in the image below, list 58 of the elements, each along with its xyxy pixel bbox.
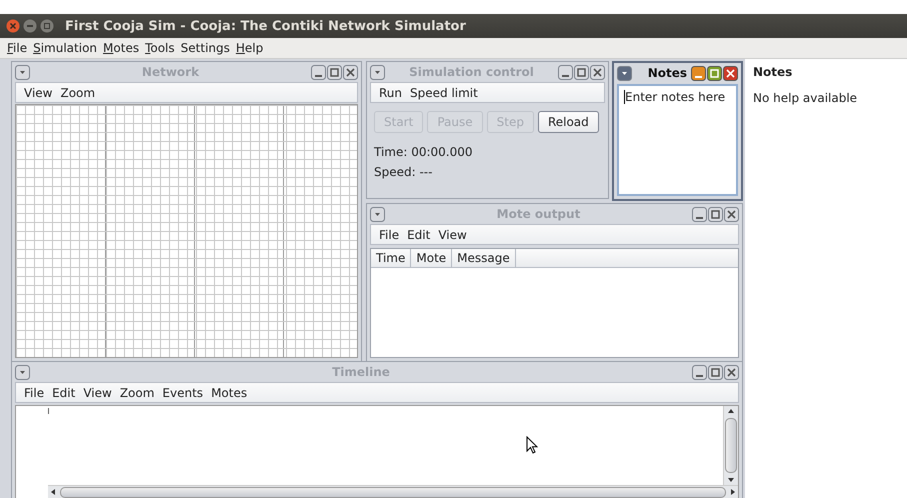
- window-title: Timeline: [331, 365, 391, 379]
- maximize-icon[interactable]: [327, 64, 342, 80]
- minimize-icon[interactable]: [691, 66, 706, 80]
- time-label: Time: 00:00.000: [374, 145, 474, 159]
- horizontal-scrollbar[interactable]: [48, 485, 738, 498]
- help-title: Notes: [753, 65, 794, 79]
- help-text: No help available: [753, 91, 858, 105]
- dropdown-icon[interactable]: [617, 66, 632, 80]
- maximize-icon[interactable]: [574, 64, 589, 80]
- speed-label: Speed: ---: [374, 165, 434, 179]
- control-button[interactable]: Reload: [538, 111, 599, 133]
- dropdown-icon[interactable]: [370, 206, 385, 222]
- column-header[interactable]: Mote: [411, 249, 452, 267]
- menu-item[interactable]: Run: [375, 86, 406, 100]
- menu-item[interactable]: Motes: [207, 386, 252, 400]
- menu-item[interactable]: Zoom: [56, 86, 100, 100]
- maximize-icon[interactable]: [708, 364, 723, 380]
- minimize-icon[interactable]: [558, 64, 573, 80]
- column-header[interactable]: Time: [371, 249, 412, 267]
- menu-item[interactable]: Motes: [100, 41, 142, 55]
- dropdown-icon[interactable]: [15, 364, 30, 380]
- close-icon[interactable]: [724, 364, 739, 380]
- window-title: Notes: [646, 66, 687, 80]
- close-icon[interactable]: [723, 66, 738, 80]
- menu-item[interactable]: View: [434, 228, 471, 242]
- column-header[interactable]: Message: [452, 249, 516, 267]
- maximize-icon[interactable]: [707, 66, 722, 80]
- vertical-scrollbar[interactable]: [723, 406, 738, 485]
- menu-item[interactable]: Events: [158, 386, 208, 400]
- menu-item[interactable]: File: [20, 386, 48, 400]
- menu-item[interactable]: Simulation: [30, 41, 100, 55]
- mouse-pointer-icon: [526, 436, 538, 454]
- notes-field[interactable]: Enter notes here: [617, 84, 738, 196]
- menu-item[interactable]: File: [4, 41, 30, 55]
- menu-item[interactable]: Edit: [48, 386, 80, 400]
- menu-item[interactable]: Zoom: [116, 386, 158, 400]
- window-title: First Cooja Sim - Cooja: The Contiki Network Simulator: [65, 18, 466, 34]
- menu-item[interactable]: Tools: [142, 41, 178, 55]
- dropdown-icon[interactable]: [15, 64, 30, 80]
- menu-item[interactable]: View: [79, 386, 116, 400]
- close-icon[interactable]: [343, 64, 358, 80]
- menu-item[interactable]: Edit: [403, 228, 434, 242]
- window-title: Network: [140, 65, 200, 79]
- menu-item[interactable]: View: [20, 86, 56, 100]
- close-icon[interactable]: [590, 64, 605, 80]
- window-title: Mote output: [496, 207, 582, 221]
- dropdown-icon[interactable]: [370, 64, 385, 80]
- minimize-icon[interactable]: [311, 64, 326, 80]
- menu-item[interactable]: Speed limit: [406, 86, 482, 100]
- menu-item[interactable]: Settings: [178, 41, 233, 55]
- minimize-icon[interactable]: [692, 206, 707, 222]
- maximize-icon[interactable]: [708, 206, 723, 222]
- close-icon[interactable]: [6, 19, 20, 33]
- menu-item[interactable]: Help: [232, 41, 266, 55]
- window-title: Simulation control: [408, 65, 535, 79]
- minimize-icon[interactable]: [692, 364, 707, 380]
- menu-item[interactable]: File: [375, 228, 404, 242]
- close-icon[interactable]: [724, 206, 739, 222]
